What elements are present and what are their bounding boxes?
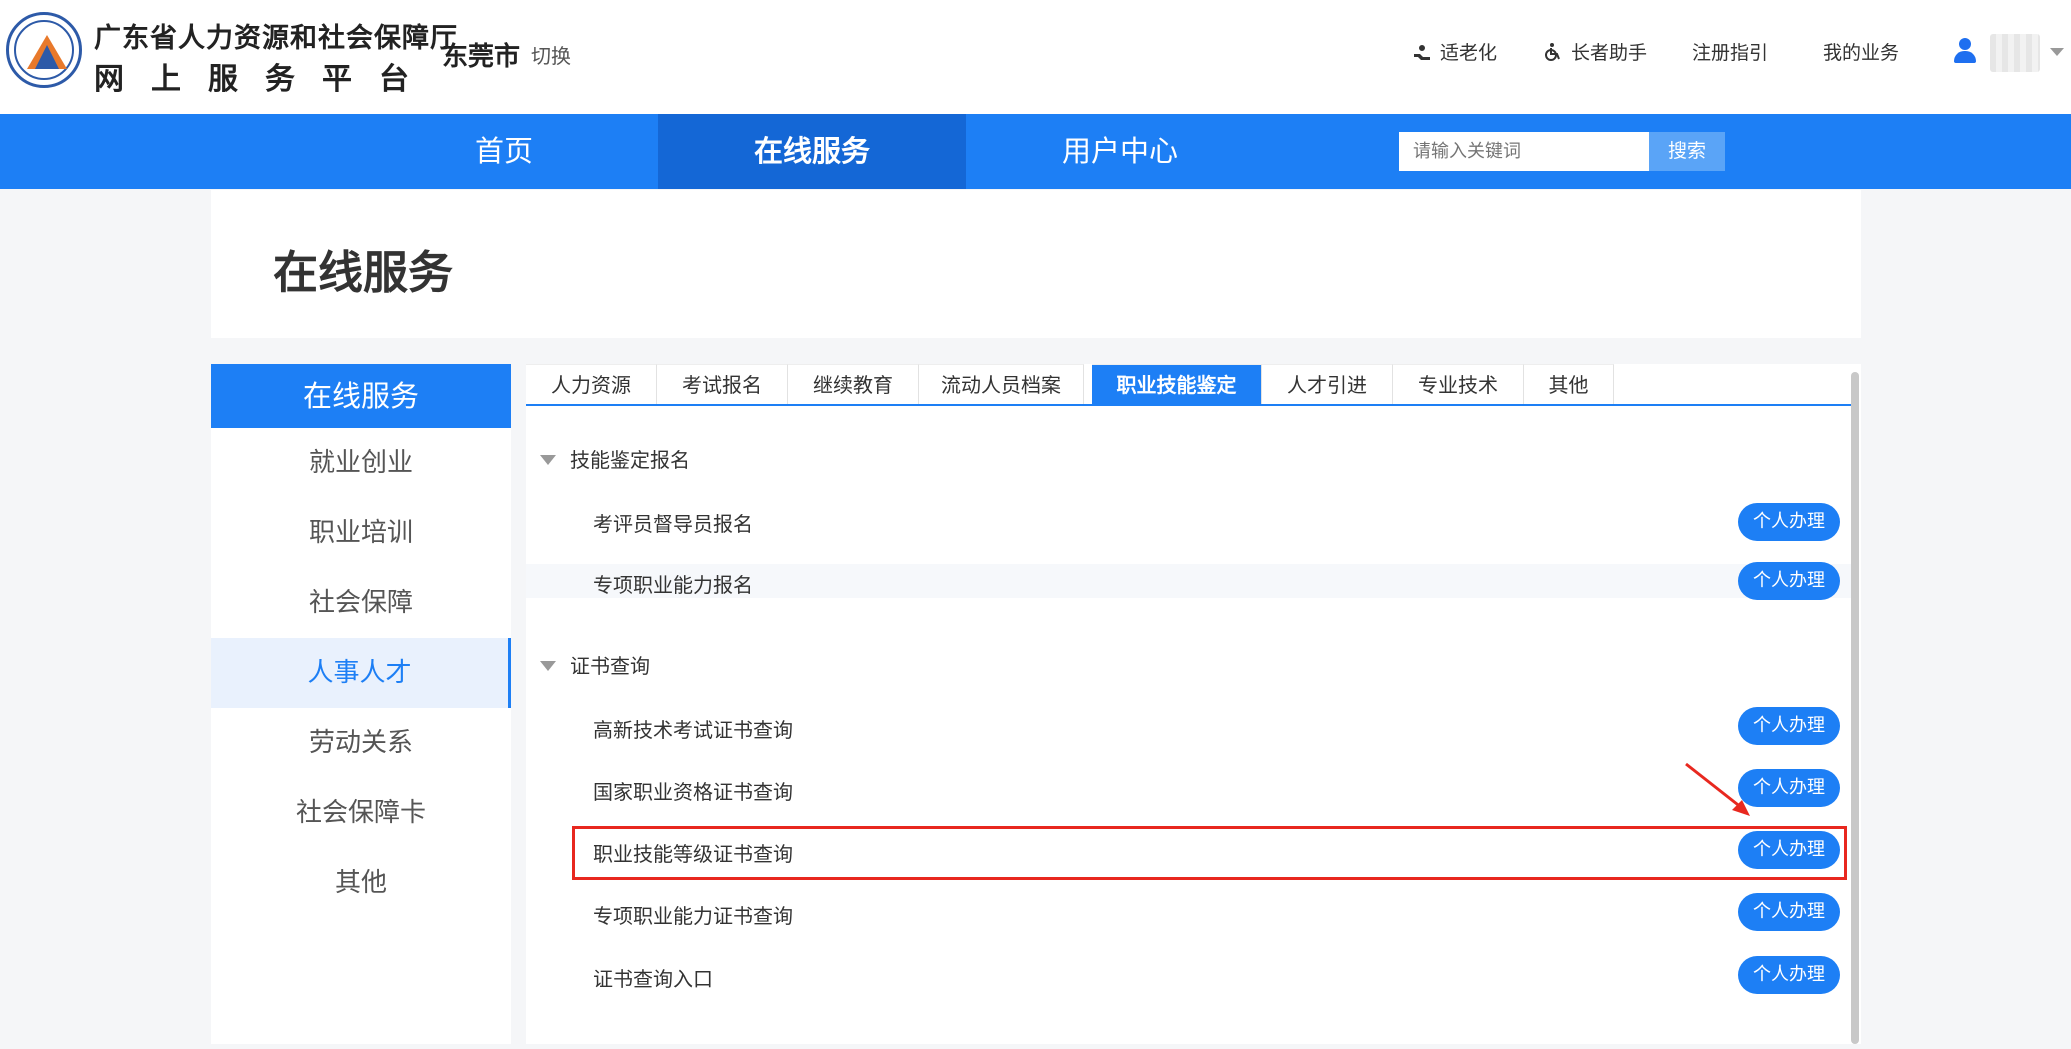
side-item-employment[interactable]: 就业创业 (211, 428, 511, 498)
list-item: 证书查询入口 个人办理 (526, 945, 1851, 1005)
side-item-social-security[interactable]: 社会保障 (211, 568, 511, 638)
tab-floating-archives[interactable]: 流动人员档案 (919, 364, 1084, 404)
senior-assistant-link[interactable]: 长者助手 (1543, 38, 1647, 65)
section-title-skill-registration[interactable]: 技能鉴定报名 (540, 444, 690, 473)
nav-home[interactable]: 首页 (350, 114, 658, 189)
site-logo[interactable] (6, 12, 82, 88)
service-name[interactable]: 国家职业资格证书查询 (593, 776, 793, 805)
site-title-line2: 网上服务平台 (94, 62, 436, 97)
my-business-link[interactable]: 我的业务 (1823, 38, 1899, 65)
tab-professional-technology[interactable]: 专业技术 (1393, 364, 1524, 404)
personal-handle-button[interactable]: 个人办理 (1738, 893, 1840, 931)
side-item-labor-relations[interactable]: 劳动关系 (211, 708, 511, 778)
side-menu: 在线服务 就业创业 职业培训 社会保障 人事人才 劳动关系 社会保障卡 其他 (211, 364, 511, 1044)
register-guide-link[interactable]: 注册指引 (1692, 38, 1768, 65)
side-item-personnel-talent[interactable]: 人事人才 (211, 638, 511, 708)
senior-assistant-label: 长者助手 (1571, 42, 1648, 64)
elderly-mode-link[interactable]: 适老化 (1412, 38, 1497, 65)
user-icon[interactable] (1954, 38, 1976, 64)
elderly-mode-label: 适老化 (1440, 42, 1498, 64)
page-title-card: 在线服务 (211, 190, 1861, 338)
section-title-certificate-query[interactable]: 证书查询 (540, 650, 650, 679)
highlight-box (572, 826, 1847, 880)
tab-vocational-skill-appraisal[interactable]: 职业技能鉴定 (1092, 364, 1262, 404)
side-menu-header: 在线服务 (211, 364, 511, 428)
nav-online-service[interactable]: 在线服务 (658, 114, 966, 189)
side-item-other[interactable]: 其他 (211, 848, 511, 918)
user-name-blurred[interactable] (1990, 34, 2040, 72)
chevron-down-icon[interactable] (2050, 48, 2064, 56)
tab-continuing-education[interactable]: 继续教育 (788, 364, 919, 404)
page-title: 在线服务 (273, 246, 454, 299)
switch-city-link[interactable]: 切换 (531, 40, 571, 69)
tab-talent-introduction[interactable]: 人才引进 (1262, 364, 1393, 404)
list-item: 高新技术考试证书查询 个人办理 (526, 696, 1851, 756)
wheelchair-icon (1545, 43, 1560, 61)
personal-handle-button[interactable]: 个人办理 (1738, 956, 1840, 994)
service-name[interactable]: 考评员督导员报名 (593, 508, 753, 537)
list-item: 考评员督导员报名 个人办理 (526, 492, 1851, 552)
side-item-ss-card[interactable]: 社会保障卡 (211, 778, 511, 848)
service-name[interactable]: 高新技术考试证书查询 (593, 714, 793, 743)
service-panel: 人力资源 考试报名 继续教育 流动人员档案 职业技能鉴定 人才引进 专业技术 其… (526, 364, 1861, 1044)
personal-handle-button[interactable]: 个人办理 (1738, 707, 1840, 745)
tab-exam-registration[interactable]: 考试报名 (657, 364, 788, 404)
service-name[interactable]: 专项职业能力报名 (593, 569, 753, 598)
site-title-line1: 广东省人力资源和社会保障厅 (94, 23, 458, 54)
list-item: 专项职业能力证书查询 个人办理 (526, 882, 1851, 942)
site-header: 广东省人力资源和社会保障厅 网上服务平台 东莞市 切换 适老化 长者助手 注册指… (0, 0, 2071, 114)
tab-other[interactable]: 其他 (1524, 364, 1614, 404)
search-button[interactable]: 搜索 (1649, 132, 1725, 171)
scrollbar[interactable] (1851, 372, 1859, 1044)
red-arrow-icon (1685, 762, 1750, 816)
personal-handle-button[interactable]: 个人办理 (1738, 562, 1840, 600)
tab-human-resources[interactable]: 人力资源 (526, 364, 657, 404)
service-name[interactable]: 证书查询入口 (593, 963, 713, 992)
nav-user-center[interactable]: 用户中心 (966, 114, 1274, 189)
side-item-training[interactable]: 职业培训 (211, 498, 511, 568)
list-item: 专项职业能力报名 个人办理 (526, 562, 1851, 600)
service-name[interactable]: 专项职业能力证书查询 (593, 900, 793, 929)
current-city: 东莞市 (442, 42, 521, 72)
collapse-triangle-icon (540, 455, 556, 465)
category-tabs: 人力资源 考试报名 继续教育 流动人员档案 职业技能鉴定 人才引进 专业技术 其… (526, 364, 1851, 406)
collapse-triangle-icon (540, 661, 556, 671)
elderly-hand-icon (1414, 45, 1430, 60)
list-item: 国家职业资格证书查询 个人办理 (526, 758, 1851, 818)
logo-mark-inner (35, 45, 59, 69)
main-nav: 首页 在线服务 用户中心 (0, 114, 2071, 189)
personal-handle-button[interactable]: 个人办理 (1738, 503, 1840, 541)
search-input[interactable] (1399, 132, 1649, 171)
